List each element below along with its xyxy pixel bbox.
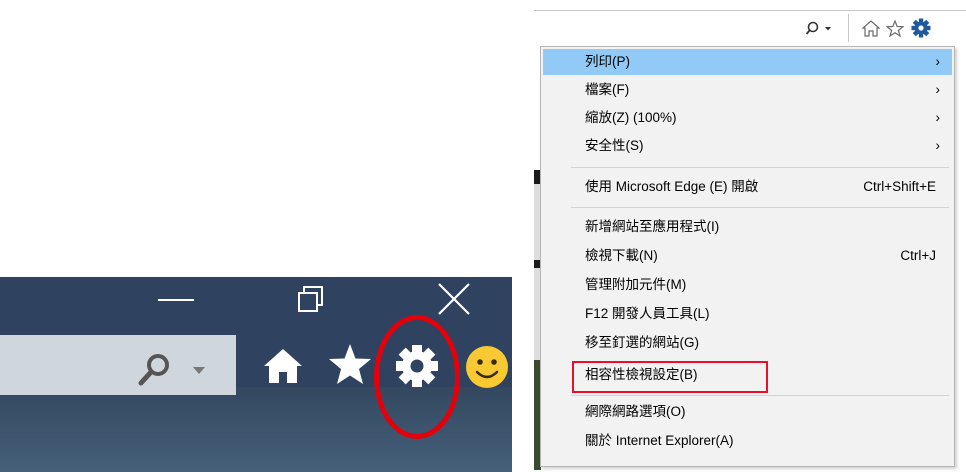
menu-item-label: 列印(P) (585, 54, 630, 69)
home-icon[interactable] (862, 20, 880, 37)
menu-item-shortcut: Ctrl+Shift+E (863, 179, 936, 194)
menu-item-label: 管理附加元件(M) (585, 277, 687, 292)
menu-item-safety[interactable]: 安全性(S) › (543, 133, 952, 159)
close-icon[interactable] (436, 281, 472, 317)
menu-item-about-ie[interactable]: 關於 Internet Explorer(A) (543, 428, 952, 454)
chevron-right-icon: › (935, 138, 941, 153)
menu-item-label: 關於 Internet Explorer(A) (585, 433, 734, 448)
toolbar-divider (848, 14, 849, 42)
menu-item-internet-options[interactable]: 網際網路選項(O) (543, 399, 952, 425)
menu-item-f12-devtools[interactable]: F12 開發人員工具(L) (543, 301, 952, 327)
chevron-right-icon: › (935, 110, 941, 125)
smiley-icon[interactable] (465, 345, 509, 389)
zoomed-ie-toolbar (0, 277, 512, 472)
menu-item-zoom[interactable]: 縮放(Z) (100%) › (543, 105, 952, 131)
address-search-box[interactable] (0, 335, 236, 395)
menu-item-label: 使用 Microsoft Edge (E) 開啟 (585, 179, 759, 194)
menu-item-view-downloads[interactable]: 檢視下載(N) Ctrl+J (543, 243, 952, 269)
menu-item-label: 安全性(S) (585, 138, 644, 153)
ie-tools-menu-panel: 列印(P) › 檔案(F) › 縮放(Z) (100%) › 安全性(S) › … (534, 0, 966, 472)
chevron-right-icon: › (935, 54, 941, 69)
chevron-right-icon: › (935, 82, 941, 97)
menu-item-label: 新增網站至應用程式(I) (585, 219, 720, 234)
menu-item-add-site-to-apps[interactable]: 新增網站至應用程式(I) (543, 214, 952, 240)
menu-item-open-in-edge[interactable]: 使用 Microsoft Edge (E) 開啟 Ctrl+Shift+E (543, 174, 952, 200)
minimize-icon[interactable] (158, 299, 194, 301)
search-icon[interactable] (136, 353, 172, 387)
gear-icon[interactable] (911, 18, 931, 38)
annotation-ellipse (374, 315, 460, 439)
star-icon[interactable] (886, 20, 904, 37)
menu-separator (571, 167, 949, 168)
menu-separator (571, 395, 949, 396)
restore-icon[interactable] (296, 285, 326, 315)
search-icon[interactable] (805, 21, 835, 35)
menu-item-shortcut: Ctrl+J (900, 248, 936, 263)
tools-menu: 列印(P) › 檔案(F) › 縮放(Z) (100%) › 安全性(S) › … (540, 46, 955, 467)
annotation-highlight-box (572, 361, 768, 393)
chevron-down-icon[interactable] (193, 367, 205, 374)
menu-item-label: 縮放(Z) (100%) (585, 110, 677, 125)
home-icon[interactable] (263, 347, 303, 385)
menu-item-pinned-sites[interactable]: 移至釘選的網站(G) (543, 330, 952, 356)
menu-item-print[interactable]: 列印(P) › (543, 49, 952, 75)
menu-item-label: F12 開發人員工具(L) (585, 306, 710, 321)
menu-item-label: 檢視下載(N) (585, 248, 658, 263)
menu-separator (571, 207, 949, 208)
menu-item-label: 網際網路選項(O) (585, 404, 686, 419)
menu-item-file[interactable]: 檔案(F) › (543, 77, 952, 103)
menu-item-manage-addons[interactable]: 管理附加元件(M) (543, 272, 952, 298)
menu-item-label: 檔案(F) (585, 82, 630, 97)
menu-item-label: 移至釘選的網站(G) (585, 335, 699, 350)
star-icon[interactable] (328, 343, 372, 385)
